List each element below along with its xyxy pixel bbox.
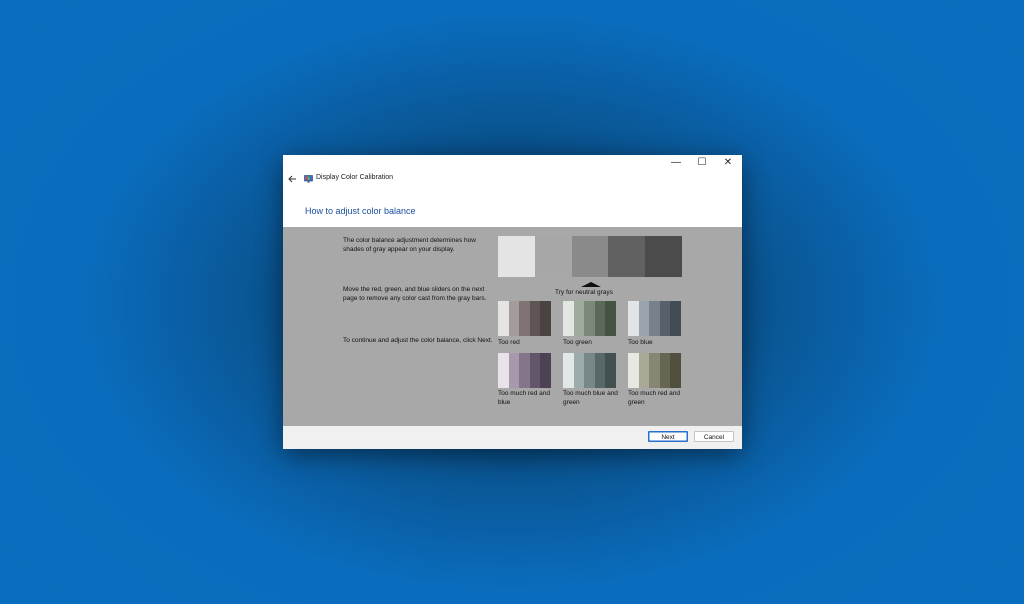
minimize-icon: — — [671, 157, 681, 168]
swatch-bar-5 — [670, 301, 681, 336]
swatch-bar-3 — [519, 301, 530, 336]
swatch-bar-5 — [605, 301, 616, 336]
gray-bar-5 — [645, 236, 682, 277]
gray-bar-4 — [608, 236, 646, 277]
swatch-bar-3 — [649, 353, 660, 388]
swatch-bar-2 — [573, 353, 585, 388]
swatch-bar-2 — [573, 301, 585, 336]
swatch-too-much-red-blue — [498, 353, 551, 388]
swatch-bar-1 — [563, 353, 574, 388]
swatch-bar-2 — [638, 353, 650, 388]
cancel-button[interactable]: Cancel — [694, 431, 734, 442]
swatch-label-too-blue: Too blue — [628, 339, 653, 346]
window-header: Display Color Calibration How to adjust … — [283, 171, 742, 227]
swatch-too-green — [563, 301, 616, 336]
swatch-too-blue — [628, 301, 681, 336]
swatch-label-too-much-blue-green: Too much blue and green — [563, 390, 618, 406]
swatch-label-too-red: Too red — [498, 339, 520, 346]
swatch-label-too-much-red-green: Too much red and green — [628, 390, 681, 406]
swatch-too-red — [498, 301, 551, 336]
swatch-bar-2 — [508, 301, 520, 336]
instruction-text-2: Move the red, green, and blue sliders on… — [343, 286, 487, 302]
back-arrow-icon[interactable] — [287, 174, 297, 184]
swatch-bar-5 — [540, 353, 551, 388]
swatch-bar-3 — [649, 301, 660, 336]
swatch-bar-3 — [584, 301, 595, 336]
swatch-bar-4 — [594, 301, 606, 336]
close-icon: ✕ — [723, 157, 733, 168]
swatch-bar-1 — [563, 301, 574, 336]
swatch-bar-4 — [529, 301, 541, 336]
monitor-icon — [304, 175, 313, 183]
swatch-bar-5 — [670, 353, 681, 388]
minimize-button[interactable]: — — [663, 156, 689, 170]
content-panel: The color balance adjustment determines … — [283, 227, 742, 426]
title-bar: — ☐ ✕ — [283, 155, 742, 171]
neutral-gray-strip — [498, 236, 682, 277]
neutral-grays-label: Try for neutral grays — [555, 289, 613, 296]
swatch-too-much-red-green — [628, 353, 681, 388]
swatch-label-too-much-red-blue: Too much red and blue — [498, 390, 551, 406]
swatch-bar-3 — [584, 353, 595, 388]
swatch-bar-1 — [498, 353, 509, 388]
gray-bar-2 — [534, 236, 572, 277]
swatch-bar-1 — [628, 301, 639, 336]
gray-bar-1 — [498, 236, 535, 277]
swatch-bar-2 — [638, 301, 650, 336]
swatch-bar-4 — [659, 301, 671, 336]
swatch-bar-4 — [594, 353, 606, 388]
swatch-bar-1 — [628, 353, 639, 388]
swatch-bar-2 — [508, 353, 520, 388]
swatch-bar-4 — [659, 353, 671, 388]
maximize-button[interactable]: ☐ — [689, 156, 715, 170]
maximize-icon: ☐ — [697, 157, 707, 168]
swatch-bar-5 — [605, 353, 616, 388]
swatch-bar-4 — [529, 353, 541, 388]
swatch-bar-1 — [498, 301, 509, 336]
window-title: Display Color Calibration — [316, 174, 394, 181]
instruction-text-3: To continue and adjust the color balance… — [343, 337, 493, 344]
close-button[interactable]: ✕ — [715, 156, 741, 170]
up-arrow-icon — [581, 282, 601, 287]
calibration-window: — ☐ ✕ Display Color Calibration How to a… — [283, 155, 742, 449]
swatch-bar-3 — [519, 353, 530, 388]
next-button[interactable]: Next — [648, 431, 688, 442]
gray-bar-3 — [571, 236, 609, 277]
swatch-bar-5 — [540, 301, 551, 336]
page-heading: How to adjust color balance — [305, 206, 416, 216]
swatch-too-much-blue-green — [563, 353, 616, 388]
swatch-label-too-green: Too green — [563, 339, 592, 346]
button-bar: Next Cancel — [283, 426, 742, 449]
instruction-text-1: The color balance adjustment determines … — [343, 237, 476, 253]
